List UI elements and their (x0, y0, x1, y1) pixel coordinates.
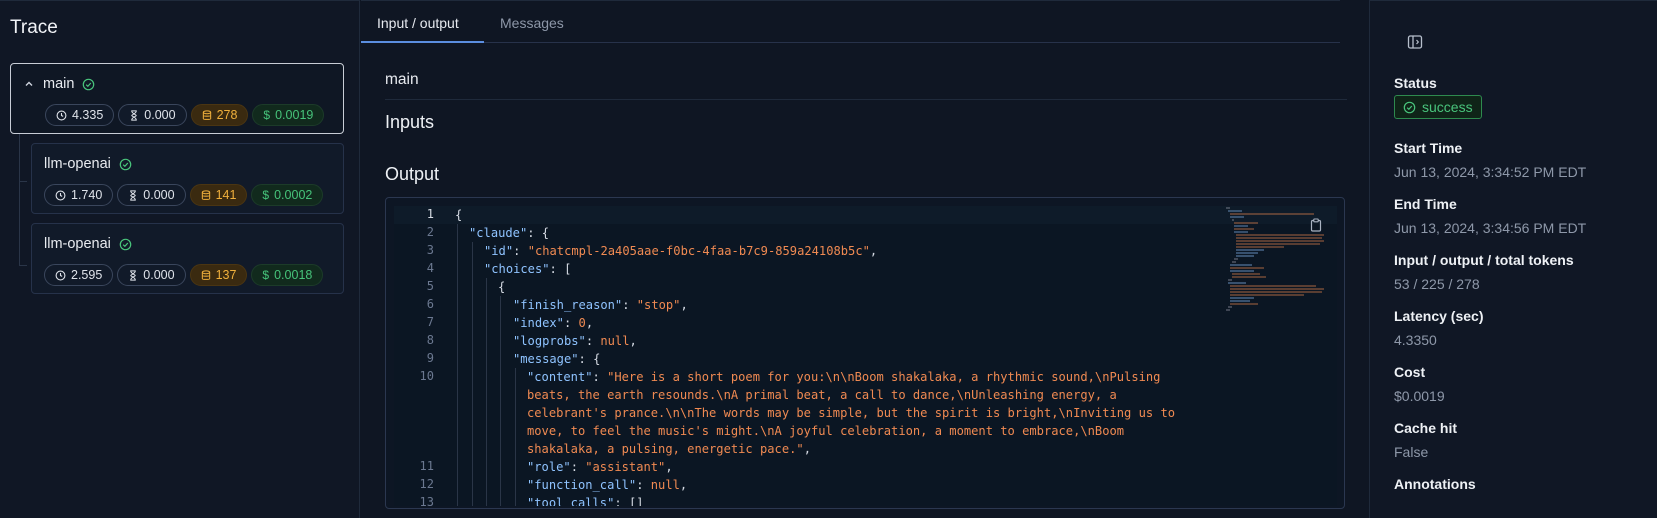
divider (385, 99, 1347, 100)
trace-title: Trace (10, 17, 58, 38)
start-time-value: Jun 13, 2024, 3:34:52 PM EDT (1394, 164, 1587, 180)
inputs-heading: Inputs (385, 112, 435, 132)
tokens-chip: 278 (190, 104, 249, 126)
tab-input-output[interactable]: Input / output (377, 15, 459, 31)
cost-chip: $ 0.0002 (251, 184, 324, 206)
chevron-up-icon[interactable] (23, 78, 35, 90)
annotations-field: Annotations (1394, 476, 1476, 492)
line-number: 4 (426, 261, 434, 275)
tokens-chip: 141 (189, 184, 248, 206)
json-code: { "claude": { "id": "chatcmpl-2a405aae-f… (455, 208, 1176, 506)
cost-label: Cost (1394, 364, 1426, 380)
clock-icon (55, 190, 66, 200)
latency-chip: 2.595 (44, 264, 114, 286)
line-number: 7 (426, 315, 434, 329)
end-time-label: End Time (1394, 196, 1457, 212)
span-row-main[interactable]: main 4.335 0.000 278 $ 0.0019 (10, 63, 344, 134)
tokens-field: Input / output / total tokens 53 / 225 /… (1394, 252, 1574, 292)
status-badge: success (1394, 95, 1482, 119)
line-number: 6 (426, 297, 434, 311)
line-number: 2 (426, 225, 434, 239)
span-title: main (385, 71, 419, 88)
line-number: 13 (419, 495, 434, 506)
check-circle-icon (119, 238, 132, 251)
trace-panel: Trace main 4.335 0.000 278 $ 0.0019 llm-… (0, 0, 360, 518)
latency-label: Latency (sec) (1394, 308, 1484, 324)
clipboard-icon[interactable] (1309, 218, 1323, 232)
start-time-field: Start Time Jun 13, 2024, 3:34:52 PM EDT (1394, 140, 1586, 180)
dollar-icon: $ (262, 188, 270, 202)
line-number: 3 (426, 243, 434, 257)
line-number: 12 (419, 477, 434, 491)
cache-hit-field: Cache hit False (1394, 420, 1457, 460)
hourglass-icon (131, 109, 138, 121)
status-label: Status (1394, 75, 1437, 91)
span-name: llm-openai (44, 236, 111, 252)
cost-value: $0.0019 (1394, 388, 1445, 404)
clock-icon (55, 270, 66, 280)
check-circle-icon (119, 158, 132, 171)
ttft-chip: 0.000 (117, 264, 186, 286)
database-icon (202, 109, 211, 120)
annotations-label: Annotations (1394, 476, 1476, 492)
status-field: Status success (1394, 75, 1482, 119)
span-name: main (43, 76, 75, 92)
dollar-icon: $ (262, 268, 270, 282)
span-row-llm-openai[interactable]: llm-openai 1.740 0.000 141 $ 0.0002 (31, 143, 344, 214)
ttft-chip: 0.000 (117, 184, 186, 206)
end-time-value: Jun 13, 2024, 3:34:56 PM EDT (1394, 220, 1587, 236)
cache-hit-label: Cache hit (1394, 420, 1458, 436)
latency-value: 4.3350 (1394, 332, 1437, 348)
output-heading: Output (385, 164, 440, 184)
tree-connector (19, 265, 27, 266)
clock-icon (56, 110, 67, 120)
indent-guide (515, 368, 516, 506)
tokens-label: Input / output / total tokens (1394, 252, 1574, 268)
panel-toggle-icon[interactable] (1407, 34, 1423, 50)
latency-chip: 4.335 (45, 104, 115, 126)
database-icon (201, 189, 210, 200)
line-number: 8 (426, 333, 434, 347)
dollar-icon: $ (263, 108, 271, 122)
ttft-chip: 0.000 (118, 104, 187, 126)
hourglass-icon (130, 189, 137, 201)
tab-bar: Input / output Messages (361, 1, 1340, 43)
latency-field: Latency (sec) 4.3350 (1394, 308, 1483, 348)
start-time-label: Start Time (1394, 140, 1463, 156)
span-name: llm-openai (44, 156, 111, 172)
cache-hit-value: False (1394, 444, 1429, 460)
cost-chip: $ 0.0019 (252, 104, 325, 126)
span-row-llm-openai[interactable]: llm-openai 2.595 0.000 137 $ 0.0018 (31, 223, 344, 294)
tree-connector (19, 128, 20, 266)
code-editor[interactable]: 1 2 3 4 5 6 7 8 9 10 11 12 13 {"claude"… (394, 206, 1337, 506)
hourglass-icon (130, 269, 137, 281)
tree-connector (19, 181, 27, 182)
cost-field: Cost $0.0019 (1394, 364, 1445, 404)
metadata-sidebar: Status success Start Time Jun 13, 2024, … (1369, 0, 1657, 518)
detail-panel: Input / output Messages main Inputs Outp… (361, 0, 1347, 518)
line-number: 9 (426, 351, 434, 365)
line-number: 1 (426, 207, 434, 221)
output-code-viewer[interactable]: 1 2 3 4 5 6 7 8 9 10 11 12 13 {"claude"… (385, 197, 1345, 509)
cost-chip: $ 0.0018 (251, 264, 324, 286)
line-number: 10 (419, 369, 434, 383)
check-circle-icon (82, 78, 95, 91)
end-time-field: End Time Jun 13, 2024, 3:34:56 PM EDT (1394, 196, 1586, 236)
current-line-highlight (394, 206, 1337, 224)
latency-chip: 1.740 (44, 184, 114, 206)
tokens-value: 53 / 225 / 278 (1394, 276, 1480, 292)
tab-messages[interactable]: Messages (500, 15, 564, 31)
line-number: 11 (419, 459, 434, 473)
check-circle-icon (1403, 101, 1416, 113)
database-icon (201, 269, 210, 280)
line-number: 5 (426, 279, 434, 293)
tokens-chip: 137 (189, 264, 248, 286)
active-tab-indicator (361, 41, 484, 43)
